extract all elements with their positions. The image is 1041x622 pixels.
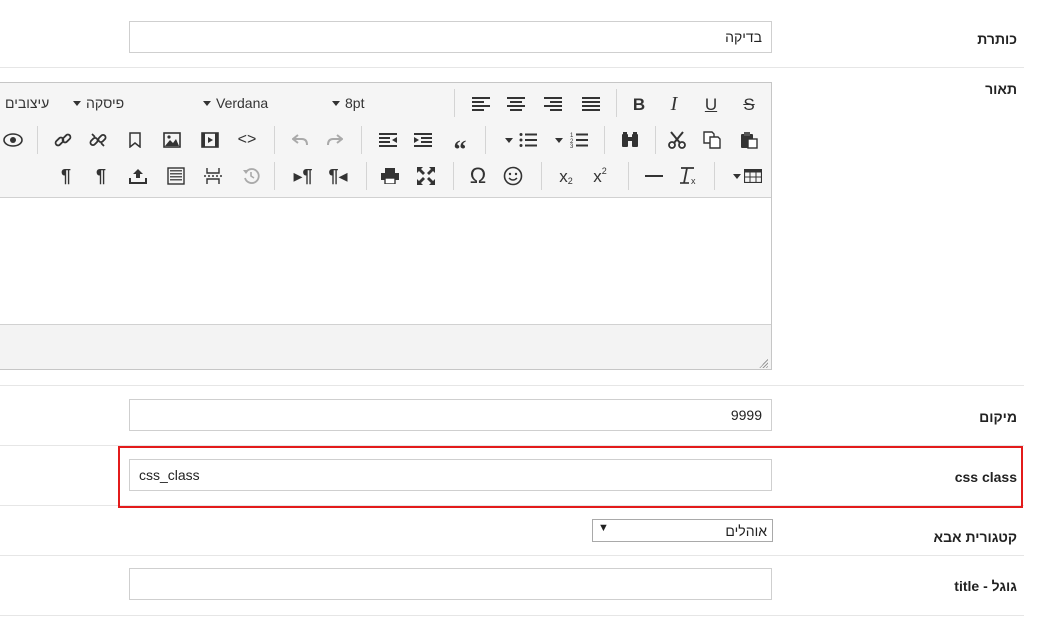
link-icon[interactable]: [50, 127, 76, 153]
bullet-list-icon[interactable]: [515, 127, 541, 153]
svg-text:x: x: [691, 176, 696, 185]
toolbar-separator: [454, 89, 455, 117]
toolbar-separator: [616, 89, 617, 117]
copy-icon[interactable]: [699, 127, 725, 153]
toolbar-separator: [453, 162, 454, 190]
position-label: מיקום: [979, 409, 1017, 425]
undo-icon[interactable]: [287, 127, 313, 153]
row-divider: [0, 445, 1024, 446]
google-title-input[interactable]: [129, 568, 772, 600]
size-dropdown-label: 8pt: [345, 95, 365, 111]
toolbar-separator: [714, 162, 715, 190]
align-center-icon[interactable]: [503, 91, 529, 117]
format-dropdown[interactable]: פיסקה: [68, 91, 124, 115]
editor-content-area[interactable]: [0, 198, 771, 324]
align-right-icon[interactable]: [540, 91, 566, 117]
format-dropdown-label: פיסקה: [86, 95, 125, 111]
chevron-down-icon: [73, 100, 81, 106]
position-input[interactable]: [129, 399, 772, 431]
blockquote-icon[interactable]: “: [447, 127, 473, 163]
numbered-list-icon[interactable]: 123: [566, 127, 592, 153]
row-divider: [0, 505, 1024, 506]
google-title-label: גוגל - title: [954, 578, 1017, 594]
redo-icon[interactable]: [322, 127, 348, 153]
print-icon[interactable]: [377, 163, 403, 189]
subscript-icon-digit: 2: [567, 175, 573, 186]
toolbar-separator: [361, 126, 362, 154]
table-icon[interactable]: [740, 163, 766, 189]
styles-dropdown[interactable]: עיצובים: [0, 91, 49, 115]
bookmark-icon[interactable]: [122, 127, 148, 153]
indent-icon[interactable]: [410, 127, 436, 153]
restore-history-icon[interactable]: [238, 163, 264, 189]
paste-icon[interactable]: [736, 127, 762, 153]
find-binoculars-icon[interactable]: [617, 127, 643, 153]
italic-icon[interactable]: I: [661, 91, 687, 117]
align-left-icon[interactable]: [468, 91, 494, 117]
ltr-direction-icon[interactable]: ▸¶: [290, 163, 316, 189]
subscript-icon-x: x: [559, 166, 568, 186]
toolbar-separator: [37, 126, 38, 154]
parent-category-select[interactable]: אוהלים ▼: [592, 519, 773, 542]
css-class-input[interactable]: [129, 459, 772, 491]
title-input[interactable]: [129, 21, 772, 53]
superscript-icon-x: x: [593, 166, 602, 186]
upload-icon[interactable]: [125, 163, 151, 189]
toolbar-separator: [274, 126, 275, 154]
superscript-icon-digit: 2: [601, 165, 607, 176]
parent-category-label: קטגורית אבא: [933, 529, 1017, 545]
chevron-down-icon: [203, 100, 211, 106]
title-label: כותרת: [977, 31, 1017, 47]
editor-status-bar: [0, 324, 771, 369]
css-class-label: css class: [954, 469, 1017, 485]
outdent-icon[interactable]: [375, 127, 401, 153]
rich-text-editor: עיצובים פיסקה Verdana 8pt B I U S <> “ 1…: [0, 82, 772, 370]
preview-eye-icon[interactable]: [0, 127, 26, 153]
description-label: תאור: [985, 81, 1017, 97]
toolbar-separator: [366, 162, 367, 190]
strikethrough-icon[interactable]: S: [736, 91, 762, 117]
toolbar-separator: [541, 162, 542, 190]
row-divider: [0, 385, 1024, 386]
align-justify-icon[interactable]: [578, 91, 604, 117]
toolbar-separator: [628, 162, 629, 190]
maximize-icon[interactable]: [413, 163, 439, 189]
template-icon[interactable]: [163, 163, 189, 189]
image-icon[interactable]: [159, 127, 185, 153]
bold-icon[interactable]: B: [626, 91, 652, 117]
size-dropdown[interactable]: 8pt: [327, 91, 364, 115]
row-divider: [0, 67, 1024, 68]
toolbar-separator: [604, 126, 605, 154]
row-divider: [0, 615, 1024, 616]
editor-toolbar: עיצובים פיסקה Verdana 8pt B I U S <> “ 1…: [0, 83, 771, 198]
cut-scissors-icon[interactable]: [664, 127, 690, 153]
chevron-down-icon: [332, 100, 340, 106]
underline-icon[interactable]: U: [698, 91, 724, 117]
media-icon[interactable]: [197, 127, 223, 153]
page-break-icon[interactable]: [200, 163, 226, 189]
styles-dropdown-label: עיצובים: [5, 95, 50, 111]
unlink-icon[interactable]: [85, 127, 111, 153]
resize-grip-icon[interactable]: [758, 358, 768, 368]
subscript-icon[interactable]: x2: [553, 163, 579, 189]
source-code-icon[interactable]: <>: [234, 127, 260, 153]
remove-format-icon[interactable]: x: [676, 163, 702, 189]
horizontal-rule-icon[interactable]: [641, 163, 667, 189]
svg-text:3: 3: [570, 144, 574, 148]
row-divider: [0, 555, 1024, 556]
toolbar-separator: [655, 126, 656, 154]
paragraph-icon[interactable]: ¶: [88, 163, 114, 189]
dropdown-arrow-icon: ▼: [598, 522, 609, 534]
smiley-icon[interactable]: [500, 163, 526, 189]
show-blocks-icon[interactable]: ¶: [53, 163, 79, 189]
toolbar-separator: [274, 162, 275, 190]
special-char-omega-icon[interactable]: Ω: [465, 163, 491, 189]
rtl-direction-icon[interactable]: ¶◂: [325, 163, 351, 189]
font-dropdown-label: Verdana: [216, 95, 269, 111]
superscript-icon[interactable]: x2: [587, 163, 613, 189]
font-dropdown[interactable]: Verdana: [198, 91, 268, 115]
toolbar-separator: [485, 126, 486, 154]
parent-category-value: אוהלים: [725, 523, 767, 539]
